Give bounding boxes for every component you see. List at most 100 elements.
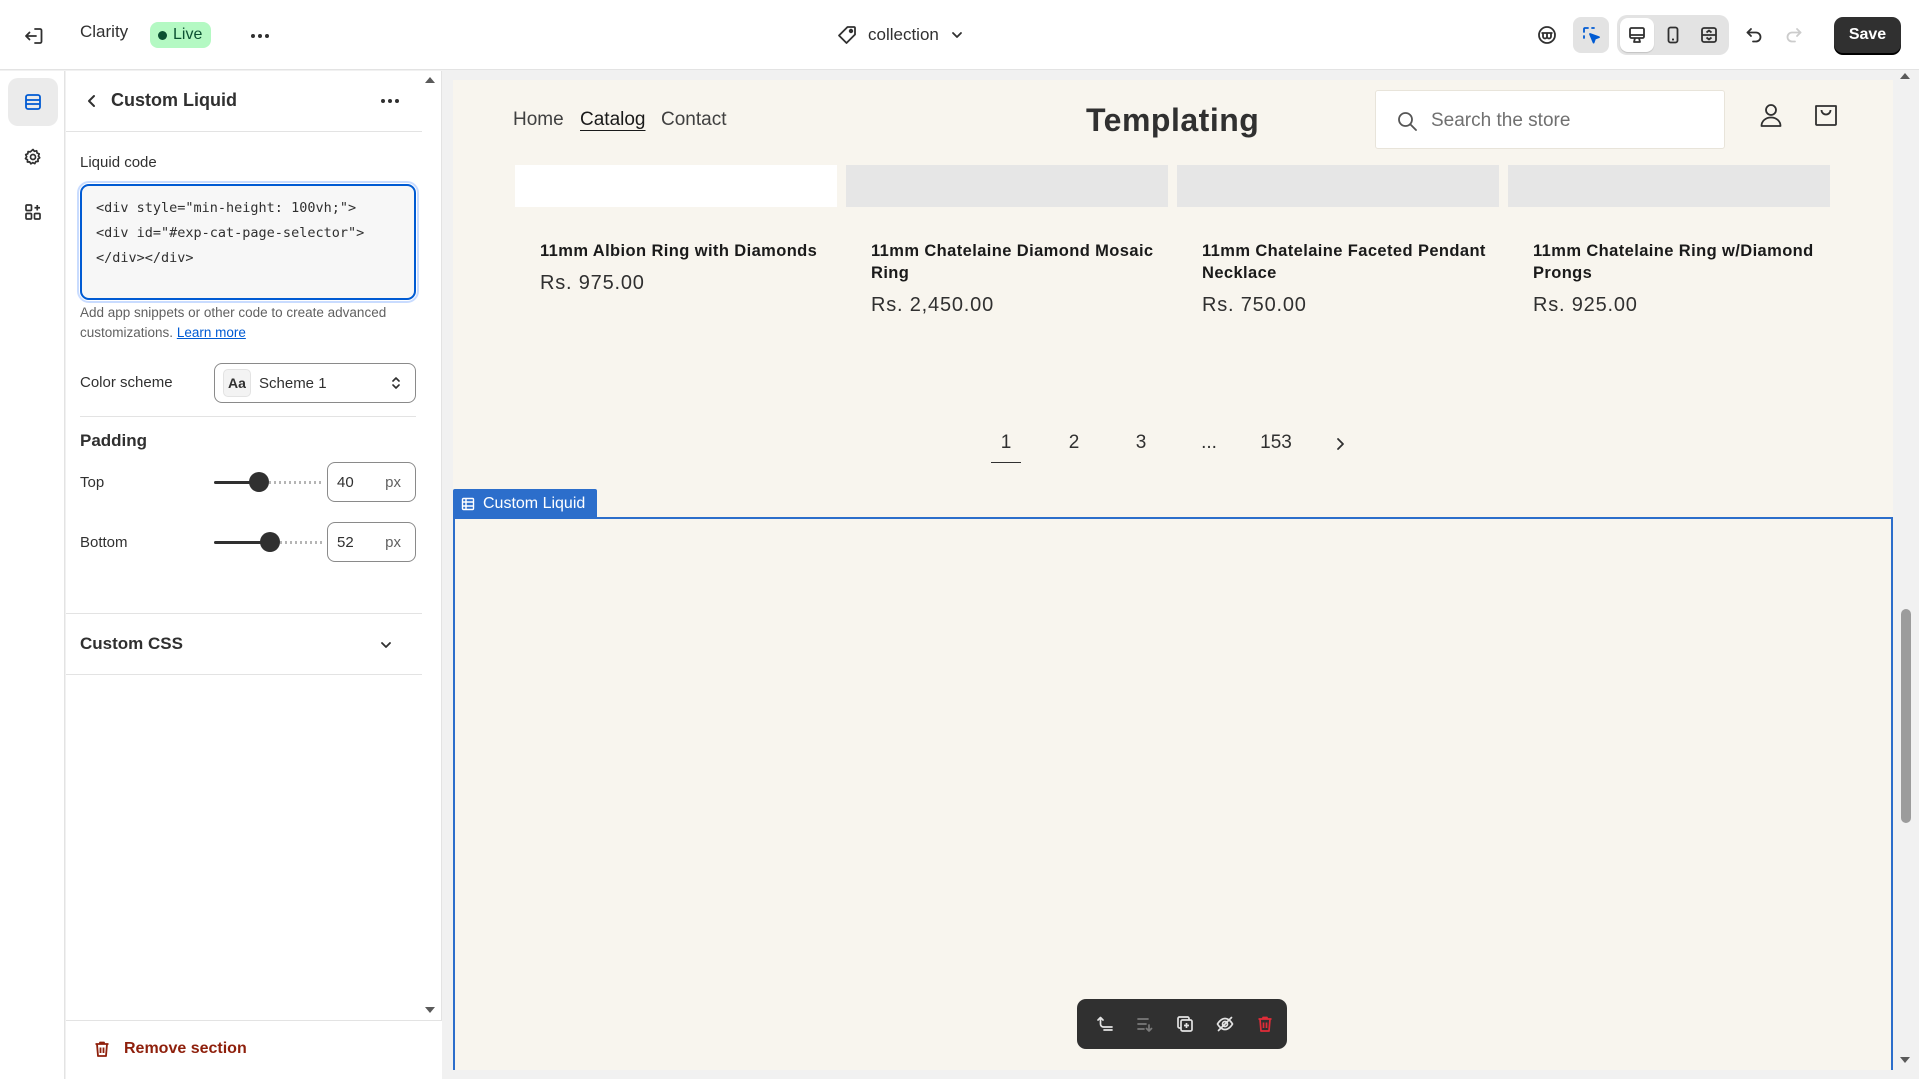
product-price: Rs. 2,450.00 <box>871 294 995 316</box>
template-picker[interactable]: collection <box>836 20 965 50</box>
product-card[interactable]: 11mm Chatelaine Diamond Mosaic Ring Rs. … <box>871 240 1171 317</box>
learn-more-link[interactable]: Learn more <box>177 325 246 340</box>
more-actions-icon[interactable] <box>246 22 274 50</box>
preview-scrollbar[interactable] <box>1895 71 1915 1079</box>
fullscreen-view-icon[interactable] <box>1691 17 1727 53</box>
live-status-badge: Live <box>150 22 212 48</box>
liquid-code-help: Add app snippets or other code to create… <box>80 303 400 343</box>
unit-label: px <box>385 534 401 551</box>
apps-icon[interactable] <box>8 188 58 236</box>
custom-css-collapsible[interactable]: Custom CSS <box>66 613 422 675</box>
product-image[interactable] <box>1177 165 1499 207</box>
status-dot-icon <box>158 30 167 40</box>
panel-title: Custom Liquid <box>111 90 237 110</box>
liquid-code-label: Liquid code <box>80 154 157 171</box>
pagination: 1 2 3 ... 153 <box>453 432 1893 472</box>
editor-top-bar: Clarity Live collection Save <box>0 0 1919 70</box>
custom-css-label: Custom CSS <box>80 634 183 653</box>
panel-header: Custom Liquid <box>66 71 422 132</box>
custom-liquid-section[interactable] <box>453 517 1893 1070</box>
product-price: Rs. 975.00 <box>540 272 645 294</box>
inspector-select-icon[interactable] <box>1573 17 1609 53</box>
nav-home-link[interactable]: Home <box>513 109 564 131</box>
editor-left-rail <box>0 71 65 1079</box>
delete-icon[interactable] <box>1251 1010 1279 1038</box>
product-image[interactable] <box>846 165 1168 207</box>
nav-catalog-link[interactable]: Catalog <box>580 109 646 131</box>
scroll-down-icon[interactable] <box>1898 1055 1912 1065</box>
panel-footer: Remove section <box>66 1020 442 1079</box>
section-tag-label: Custom Liquid <box>483 494 586 512</box>
color-scheme-label: Color scheme <box>80 374 173 391</box>
liquid-code-textarea[interactable]: <div style="min-height: 100vh;"> <div id… <box>77 181 419 303</box>
move-down-icon[interactable] <box>1131 1010 1159 1038</box>
section-settings-panel: Custom Liquid Liquid code <div style="mi… <box>66 71 442 1079</box>
scroll-up-icon[interactable] <box>423 75 437 85</box>
store-header: Home Catalog Contact Templating Search t… <box>453 80 1893 165</box>
sidekick-icon[interactable] <box>1529 17 1565 53</box>
product-price: Rs. 750.00 <box>1202 294 1307 316</box>
storefront-preview: Home Catalog Contact Templating Search t… <box>443 71 1919 1079</box>
product-name[interactable]: 11mm Albion Ring with Diamonds <box>540 240 840 262</box>
product-name[interactable]: 11mm Chatelaine Faceted Pendant Necklace <box>1202 240 1502 284</box>
store-search-input[interactable]: Search the store <box>1375 90 1725 149</box>
redo-icon[interactable] <box>1776 17 1812 53</box>
exit-icon[interactable] <box>20 22 48 50</box>
desktop-view-icon[interactable] <box>1619 17 1655 53</box>
padding-bottom-value: 52 <box>337 534 354 551</box>
next-page-icon[interactable] <box>1330 434 1350 454</box>
chevron-down-icon <box>381 642 391 648</box>
theme-settings-icon[interactable] <box>8 133 58 181</box>
scrollbar-thumb[interactable] <box>1901 609 1911 823</box>
move-up-icon[interactable] <box>1091 1010 1119 1038</box>
product-price: Rs. 925.00 <box>1533 294 1638 316</box>
search-placeholder: Search the store <box>1431 110 1571 131</box>
back-arrow-icon[interactable] <box>78 87 106 115</box>
save-button[interactable]: Save <box>1834 17 1901 53</box>
undo-icon[interactable] <box>1736 17 1772 53</box>
padding-top-input[interactable]: 40 px <box>327 462 416 502</box>
search-icon <box>1398 112 1417 131</box>
product-name[interactable]: 11mm Chatelaine Ring w/Diamond Prongs <box>1533 240 1833 284</box>
product-image[interactable] <box>515 165 837 207</box>
section-more-icon[interactable] <box>376 87 404 115</box>
sections-icon[interactable] <box>8 78 58 126</box>
duplicate-icon[interactable] <box>1171 1010 1199 1038</box>
hide-icon[interactable] <box>1211 1010 1239 1038</box>
trash-icon <box>95 1041 109 1057</box>
color-scheme-select[interactable]: Aa Scheme 1 <box>214 363 416 403</box>
product-name[interactable]: 11mm Chatelaine Diamond Mosaic Ring <box>871 240 1171 284</box>
slider-thumb[interactable] <box>249 472 269 492</box>
page-3-link[interactable]: 3 <box>1126 432 1156 454</box>
mobile-view-icon[interactable] <box>1655 17 1691 53</box>
padding-heading: Padding <box>80 431 148 450</box>
page-ellipsis: ... <box>1201 432 1217 453</box>
padding-top-slider[interactable] <box>214 472 322 492</box>
page-2-link[interactable]: 2 <box>1059 432 1089 454</box>
product-image[interactable] <box>1508 165 1830 207</box>
padding-bottom-input[interactable]: 52 px <box>327 522 416 562</box>
remove-section-button[interactable]: Remove section <box>92 1039 247 1059</box>
padding-bottom-slider[interactable] <box>214 532 322 552</box>
selected-section-tag[interactable]: Custom Liquid <box>453 489 598 518</box>
unit-label: px <box>385 474 401 491</box>
product-card[interactable]: 11mm Albion Ring with Diamonds Rs. 975.0… <box>540 240 840 295</box>
section-icon <box>461 497 475 510</box>
store-logo[interactable]: Templating <box>1086 102 1259 139</box>
nav-contact-link[interactable]: Contact <box>661 109 726 131</box>
padding-bottom-label: Bottom <box>80 534 128 551</box>
padding-top-value: 40 <box>337 474 354 491</box>
divider <box>80 416 416 417</box>
cart-icon[interactable] <box>1808 97 1844 133</box>
color-scheme-value: Scheme 1 <box>259 374 327 392</box>
slider-thumb[interactable] <box>260 532 280 552</box>
page-1-link[interactable]: 1 <box>991 432 1021 463</box>
account-icon[interactable] <box>1753 97 1789 133</box>
scroll-down-icon[interactable] <box>423 1005 437 1015</box>
section-floating-toolbar <box>1077 999 1287 1049</box>
scroll-up-icon[interactable] <box>1898 71 1912 81</box>
product-card[interactable]: 11mm Chatelaine Ring w/Diamond Prongs Rs… <box>1533 240 1833 317</box>
product-card[interactable]: 11mm Chatelaine Faceted Pendant Necklace… <box>1202 240 1502 317</box>
page-153-link[interactable]: 153 <box>1252 432 1300 454</box>
tag-icon <box>838 26 856 44</box>
